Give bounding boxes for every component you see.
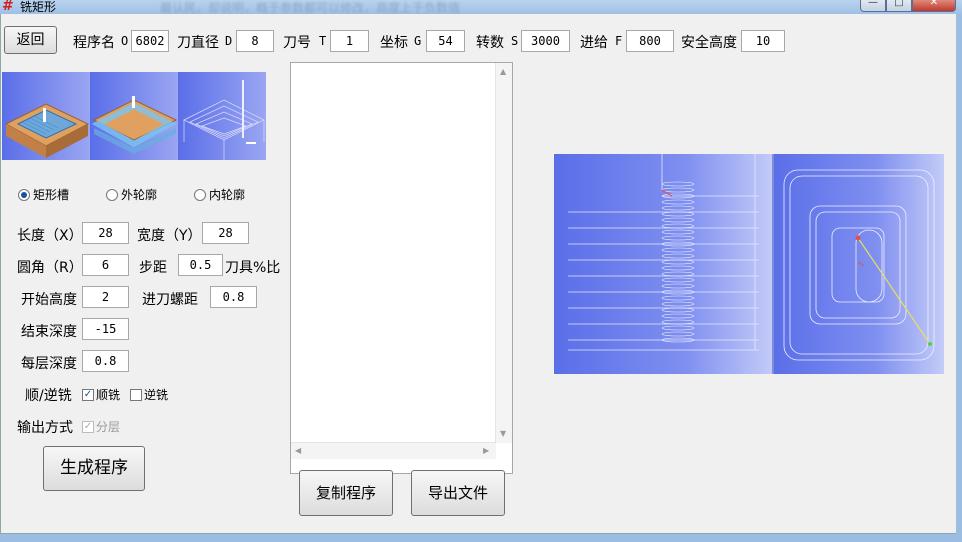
minimize-button[interactable]: — (860, 0, 886, 12)
radio-rect-pocket-dot[interactable] (18, 188, 30, 201)
spindle-speed-label: 转数 (476, 35, 504, 51)
generate-program-button[interactable]: 生成程序 (43, 446, 145, 491)
climb-milling-box[interactable]: ✓ (82, 388, 94, 401)
step-suffix: 刀具%比 (225, 260, 281, 276)
radio-rect-pocket[interactable]: 矩形槽 (18, 186, 69, 203)
scroll-down-icon[interactable]: ▼ (500, 429, 506, 438)
start-height-label: 开始高度 (21, 292, 77, 308)
feed-prefix: F (615, 34, 623, 48)
main-panel: 返回 程序名 O 6802 刀直径 D 8 刀号 T 1 坐标 G 54 转数 … (0, 14, 956, 534)
radio-outer-contour-label: 外轮廓 (121, 188, 158, 202)
tool-number-prefix: T (319, 34, 327, 48)
program-name-prefix: O (121, 34, 129, 48)
horizontal-scrollbar[interactable]: ◀ ▶ (291, 442, 496, 459)
radio-inner-contour-dot[interactable] (194, 188, 206, 201)
thumb-inner-contour[interactable] (178, 72, 266, 160)
layered-output-box: ✓ (82, 420, 94, 433)
copy-program-button[interactable]: 复制程序 (299, 470, 393, 516)
end-depth-input[interactable]: -15 (82, 318, 129, 340)
window-bottom-border (0, 534, 962, 542)
climb-milling-checkbox[interactable]: ✓ 顺铣 (82, 386, 120, 403)
step-label: 步距 (139, 260, 167, 276)
end-depth-label: 结束深度 (21, 324, 77, 340)
feed-label: 进给 (580, 35, 608, 51)
width-input[interactable]: 28 (202, 222, 249, 244)
vertical-scrollbar[interactable]: ▲ ▼ (495, 63, 512, 443)
close-button[interactable]: ✕ (912, 0, 956, 12)
feed-pitch-input[interactable]: 0.8 (210, 286, 257, 308)
length-input[interactable]: 28 (82, 222, 129, 244)
conventional-milling-box[interactable] (130, 388, 142, 401)
maximize-button[interactable]: □ (886, 0, 912, 12)
top-view (774, 154, 944, 374)
tool-diameter-label: 刀直径 (177, 35, 219, 51)
tool-diameter-input[interactable]: 8 (236, 30, 274, 52)
scroll-right-icon[interactable]: ▶ (483, 446, 489, 455)
back-button[interactable]: 返回 (4, 26, 57, 54)
tool-diameter-prefix: D (225, 34, 233, 48)
mode-thumbnails (2, 72, 266, 160)
layered-output-label: 分层 (96, 420, 121, 434)
scroll-up-icon[interactable]: ▲ (500, 67, 506, 76)
export-file-button[interactable]: 导出文件 (411, 470, 505, 516)
radio-inner-contour-label: 内轮廓 (209, 188, 246, 202)
feed-input[interactable]: 800 (626, 30, 674, 52)
coordinate-input[interactable]: 54 (426, 30, 465, 52)
radio-outer-contour-dot[interactable] (106, 188, 118, 201)
milling-direction-label: 顺/逆铣 (25, 388, 72, 404)
step-input[interactable]: 0.5 (178, 254, 223, 276)
output-mode-label: 输出方式 (17, 420, 73, 436)
window-right-border (956, 14, 962, 542)
start-height-input[interactable]: 2 (82, 286, 129, 308)
title-bar: # 铣矩形 最认民，却说明，概于参数都可以修改，高度上于负数值 — □ ✕ (0, 0, 962, 15)
corner-label: 圆角（R） (17, 260, 83, 276)
program-name-label: 程序名 (73, 35, 115, 51)
program-output-textarea[interactable]: ▲ ▼ ◀ ▶ (290, 62, 513, 474)
coordinate-prefix: G (414, 34, 422, 48)
feed-pitch-label: 进刀螺距 (142, 292, 198, 308)
width-label: 宽度（Y） (137, 228, 202, 244)
radio-inner-contour[interactable]: 内轮廓 (194, 186, 245, 203)
layered-output-checkbox: ✓ 分层 (82, 418, 120, 435)
spindle-speed-input[interactable]: 3000 (521, 30, 570, 52)
spindle-speed-prefix: S (511, 34, 519, 48)
app-icon: # (2, 0, 14, 14)
conventional-milling-checkbox[interactable]: 逆铣 (130, 386, 168, 403)
program-name-input[interactable]: 6802 (131, 30, 169, 52)
tool-number-label: 刀号 (283, 35, 311, 51)
length-label: 长度（X） (17, 228, 83, 244)
corner-input[interactable]: 6 (82, 254, 129, 276)
layer-depth-input[interactable]: 0.8 (82, 350, 129, 372)
window-title: 铣矩形 (20, 0, 57, 14)
climb-milling-label: 顺铣 (96, 388, 121, 402)
coordinate-label: 坐标 (380, 35, 408, 51)
layer-depth-label: 每层深度 (21, 356, 77, 372)
radio-rect-pocket-label: 矩形槽 (33, 188, 70, 202)
safe-height-input[interactable]: 10 (741, 30, 785, 52)
toolpath-preview (554, 154, 944, 374)
scroll-left-icon[interactable]: ◀ (295, 446, 301, 455)
radio-outer-contour[interactable]: 外轮廓 (106, 186, 157, 203)
safe-height-label: 安全高度 (681, 35, 737, 51)
conventional-milling-label: 逆铣 (144, 388, 169, 402)
tool-number-input[interactable]: 1 (330, 30, 369, 52)
